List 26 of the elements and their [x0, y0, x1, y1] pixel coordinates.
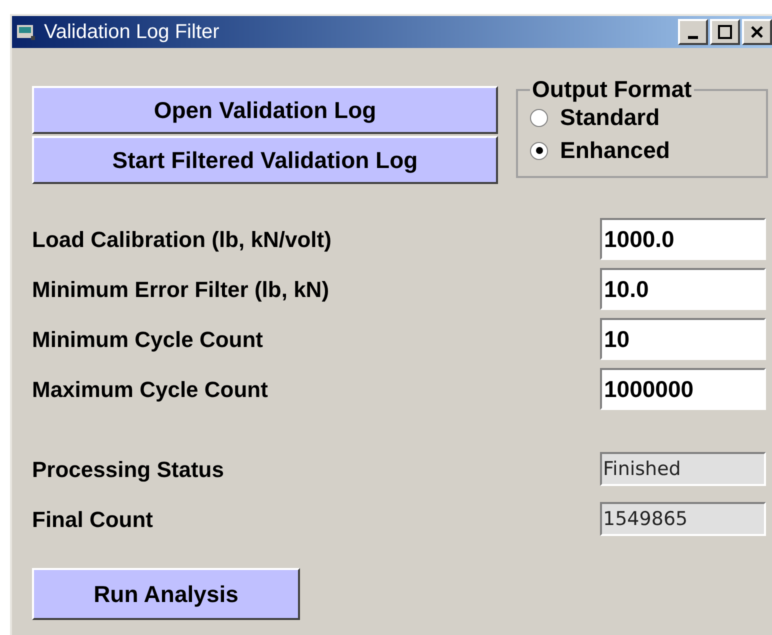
- field-label: Load Calibration (lb, kN/volt): [32, 226, 332, 254]
- close-button[interactable]: [742, 19, 772, 45]
- output-field[interactable]: Finished: [600, 452, 766, 486]
- maximize-button[interactable]: [710, 19, 740, 45]
- field-label: Maximum Cycle Count: [32, 376, 269, 404]
- action-button[interactable]: Start Filtered Validation Log: [32, 136, 498, 184]
- group-title: Output Format: [531, 78, 693, 101]
- input-field[interactable]: 10.0: [600, 268, 766, 310]
- field-label: Processing Status: [32, 456, 225, 484]
- minimize-button[interactable]: [678, 19, 708, 45]
- maximize-icon: [718, 25, 732, 39]
- input-field[interactable]: 1000.0: [600, 218, 766, 260]
- run-analysis-button[interactable]: Run Analysis: [32, 568, 300, 620]
- radio-option[interactable]: Standard: [530, 101, 766, 134]
- field-label: Final Count: [32, 506, 154, 534]
- output-field[interactable]: 1549865: [600, 502, 766, 536]
- field-label: Minimum Cycle Count: [32, 326, 264, 354]
- minimize-icon: [688, 36, 698, 39]
- action-button[interactable]: Open Validation Log: [32, 86, 498, 134]
- close-icon: [751, 26, 763, 38]
- radio-option[interactable]: Enhanced: [530, 134, 766, 167]
- field-label: Minimum Error Filter (lb, kN): [32, 276, 330, 304]
- window-icon: [16, 23, 36, 41]
- window-title: Validation Log Filter: [44, 22, 220, 42]
- input-field[interactable]: 1000000: [600, 368, 766, 410]
- input-field[interactable]: 10: [600, 318, 766, 360]
